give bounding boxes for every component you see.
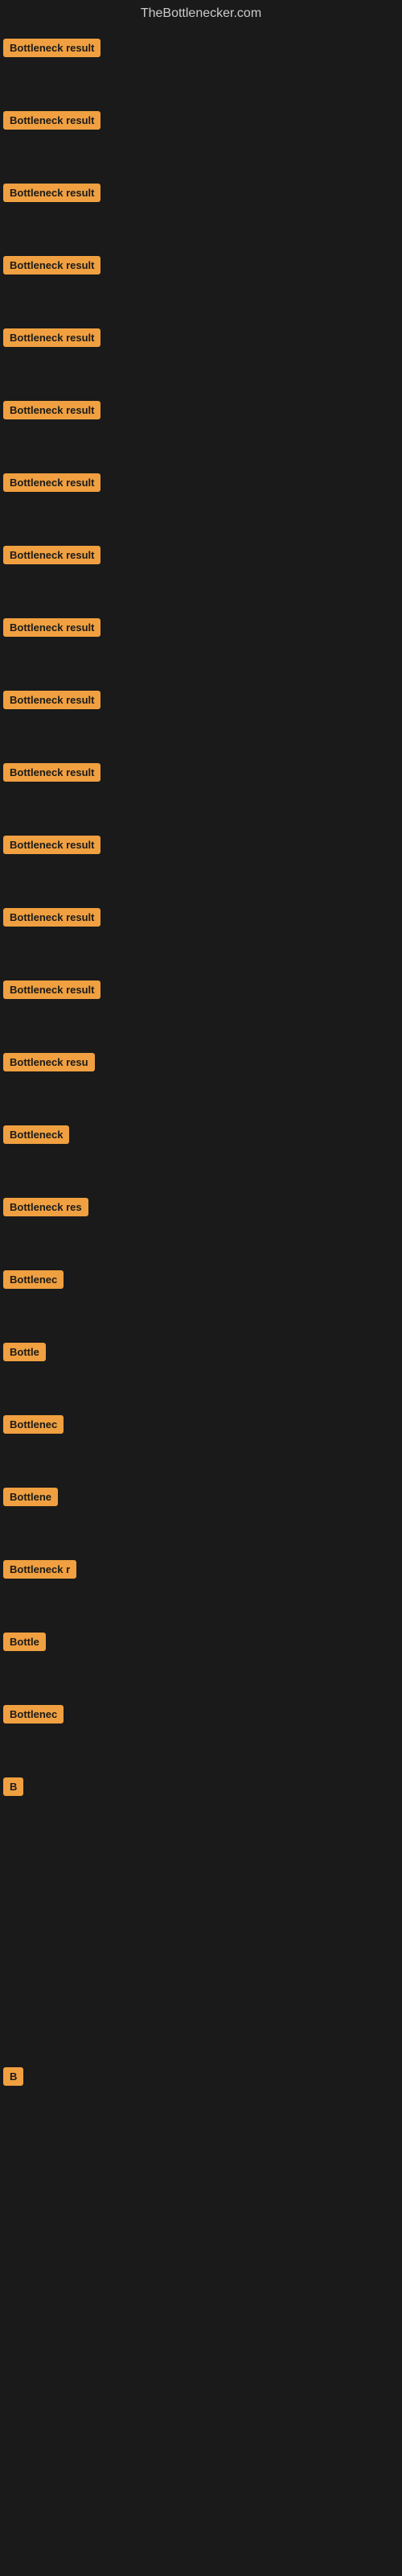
bottleneck-badge[interactable]: Bottleneck result (3, 111, 100, 130)
result-row: Bottlenec (0, 1690, 402, 1763)
bottleneck-badge[interactable]: Bottlenec (3, 1270, 64, 1289)
result-row: B (0, 2053, 402, 2125)
bottleneck-badge[interactable]: Bottleneck result (3, 691, 100, 709)
result-row: Bottleneck result (0, 314, 402, 386)
bottleneck-badge[interactable]: Bottle (3, 1343, 46, 1361)
bottleneck-badge[interactable]: Bottleneck result (3, 980, 100, 999)
result-row: Bottleneck result (0, 97, 402, 169)
result-row: Bottleneck result (0, 242, 402, 314)
result-row: Bottleneck result (0, 894, 402, 966)
result-row: Bottleneck result (0, 531, 402, 604)
result-row: Bottleneck result (0, 821, 402, 894)
result-row: Bottle (0, 1618, 402, 1690)
result-row (0, 2270, 402, 2343)
bottleneck-badge[interactable]: Bottleneck res (3, 1198, 88, 1216)
bottleneck-badge[interactable]: Bottleneck (3, 1125, 69, 1144)
result-row (0, 2415, 402, 2487)
bottleneck-badge[interactable]: Bottleneck result (3, 184, 100, 202)
bottleneck-badge[interactable]: Bottlenec (3, 1415, 64, 1434)
bottleneck-badge[interactable]: Bottleneck result (3, 546, 100, 564)
result-row: Bottleneck result (0, 749, 402, 821)
result-row: Bottleneck result (0, 386, 402, 459)
result-row: Bottleneck result (0, 966, 402, 1038)
bottleneck-badge[interactable]: Bottleneck result (3, 618, 100, 637)
bottleneck-badge[interactable]: Bottleneck result (3, 908, 100, 927)
result-row: Bottlenec (0, 1401, 402, 1473)
bottleneck-badge[interactable]: B (3, 2067, 23, 2086)
result-row (0, 1835, 402, 1908)
bottleneck-badge[interactable]: Bottleneck result (3, 256, 100, 275)
result-row: Bottleneck result (0, 169, 402, 242)
bottleneck-badge[interactable]: Bottleneck result (3, 836, 100, 854)
result-row: B (0, 1763, 402, 1835)
result-row: Bottleneck result (0, 459, 402, 531)
result-row (0, 1980, 402, 2053)
result-row: Bottlene (0, 1473, 402, 1546)
result-row (0, 2125, 402, 2198)
bottleneck-badge[interactable]: Bottleneck result (3, 763, 100, 782)
bottleneck-badge[interactable]: Bottle (3, 1633, 46, 1651)
result-row: Bottleneck (0, 1111, 402, 1183)
result-row (0, 1908, 402, 1980)
result-row: Bottleneck result (0, 604, 402, 676)
result-row: Bottleneck result (0, 676, 402, 749)
bottleneck-badge[interactable]: Bottlene (3, 1488, 58, 1506)
result-row: Bottleneck res (0, 1183, 402, 1256)
bottleneck-badge[interactable]: Bottleneck result (3, 473, 100, 492)
bottleneck-badge[interactable]: B (3, 1777, 23, 1796)
site-title: TheBottlenecker.com (0, 0, 402, 24)
bottleneck-badge[interactable]: Bottleneck result (3, 39, 100, 57)
result-row: Bottleneck result (0, 24, 402, 97)
bottleneck-badge[interactable]: Bottleneck r (3, 1560, 76, 1579)
result-row: Bottleneck r (0, 1546, 402, 1618)
bottleneck-badge[interactable]: Bottleneck resu (3, 1053, 95, 1071)
bottleneck-badge[interactable]: Bottleneck result (3, 328, 100, 347)
bottleneck-badge[interactable]: Bottleneck result (3, 401, 100, 419)
result-row: Bottle (0, 1328, 402, 1401)
result-row (0, 2198, 402, 2270)
result-row (0, 2343, 402, 2415)
result-row: Bottlenec (0, 1256, 402, 1328)
bottleneck-badge[interactable]: Bottlenec (3, 1705, 64, 1724)
result-row: Bottleneck resu (0, 1038, 402, 1111)
